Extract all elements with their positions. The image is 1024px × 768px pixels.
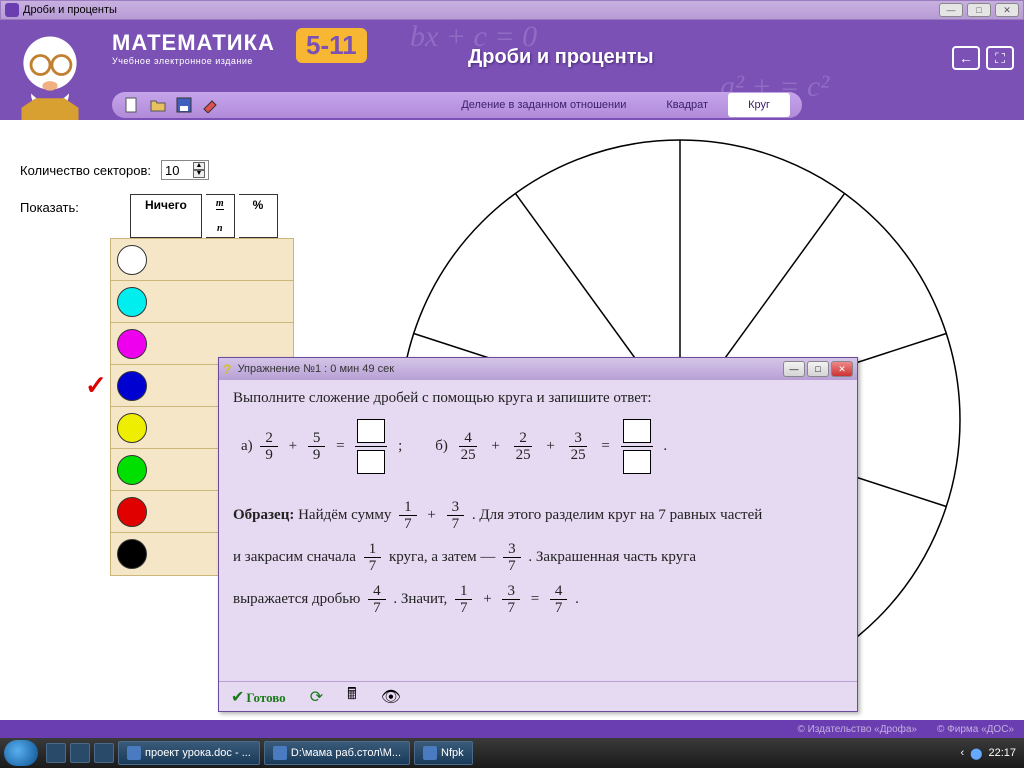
- logo-text: МАТЕМАТИКА: [112, 30, 275, 56]
- exercise-dialog: ? Упражнение №1 : 0 мин 49 сек — □ ✕ Вып…: [218, 357, 858, 712]
- quicklaunch-icon[interactable]: [70, 743, 90, 763]
- spinner-down[interactable]: ▼: [193, 170, 205, 178]
- new-icon[interactable]: [124, 97, 140, 113]
- folder-icon: [273, 746, 287, 760]
- swatch-blue[interactable]: [117, 371, 147, 401]
- sector-count-label: Количество секторов:: [20, 163, 151, 178]
- footer-bar: © Издательство «Дрофа» © Фирма «ДОС»: [0, 720, 1024, 738]
- dialog-minimize[interactable]: —: [783, 361, 805, 377]
- section-title: Дроби и проценты: [468, 46, 654, 69]
- clock[interactable]: 22:17: [988, 747, 1016, 759]
- color-row[interactable]: [111, 281, 293, 323]
- task-item[interactable]: проект урока.doc - ...: [118, 741, 260, 765]
- sector-count-spinner[interactable]: 10 ▲ ▼: [161, 160, 209, 180]
- word-icon: [127, 746, 141, 760]
- publisher-text: © Издательство «Дрофа»: [797, 724, 917, 735]
- eye-icon[interactable]: 👁: [381, 687, 401, 707]
- app-header: bx + c = 0 a² + = c² МАТЕМАТИКА Учебное …: [0, 20, 1024, 120]
- dialog-maximize[interactable]: □: [807, 361, 829, 377]
- app-titlebar: Дроби и проценты — □ ✕: [0, 0, 1024, 20]
- show-tab-fraction[interactable]: mn: [206, 194, 235, 238]
- quicklaunch-icon[interactable]: [94, 743, 114, 763]
- tab-square[interactable]: Квадрат: [646, 93, 728, 117]
- logo-subtitle: Учебное электронное издание: [112, 56, 275, 66]
- tray-expand-icon[interactable]: ‹: [960, 747, 964, 759]
- mode-tabs: Деление в заданном отношении Квадрат Кру…: [441, 93, 790, 117]
- app-title: Дроби и проценты: [23, 4, 939, 16]
- help-icon: ?: [223, 361, 232, 377]
- tab-ratio[interactable]: Деление в заданном отношении: [441, 93, 646, 117]
- show-tab-nothing[interactable]: Ничего: [130, 194, 202, 238]
- refresh-icon[interactable]: ⟳: [310, 687, 323, 707]
- answer-a[interactable]: [355, 419, 387, 474]
- swatch-black[interactable]: [117, 539, 147, 569]
- dialog-footer: ✔Готово ⟳ 🖩 👁: [219, 681, 857, 711]
- back-button[interactable]: ←: [952, 46, 980, 70]
- color-row[interactable]: [111, 239, 293, 281]
- calculator-icon[interactable]: 🖩: [347, 683, 357, 710]
- swatch-cyan[interactable]: [117, 287, 147, 317]
- swatch-magenta[interactable]: [117, 329, 147, 359]
- toolbar: Деление в заданном отношении Квадрат Кру…: [112, 92, 802, 118]
- dialog-titlebar[interactable]: ? Упражнение №1 : 0 мин 49 сек — □ ✕: [219, 358, 857, 380]
- system-tray[interactable]: ‹ ⬤ 22:17: [960, 747, 1020, 760]
- taskbar: проект урока.doc - ... D:\мама раб.стол\…: [0, 738, 1024, 768]
- quicklaunch-icon[interactable]: [46, 743, 66, 763]
- task-text: Выполните сложение дробей с помощью круг…: [233, 390, 843, 407]
- task-item[interactable]: Nfpk: [414, 741, 473, 765]
- mascot-image: [0, 27, 100, 120]
- sample-solution: Образец: Найдём сумму 17 + 37 . Для этог…: [233, 494, 843, 620]
- swatch-white[interactable]: [117, 245, 147, 275]
- save-icon[interactable]: [176, 97, 192, 113]
- problem-a: а) 29 + 59 = ;: [241, 419, 405, 474]
- done-button[interactable]: ✔Готово: [231, 687, 286, 707]
- dialog-body: Выполните сложение дробей с помощью круг…: [219, 380, 857, 630]
- swatch-red[interactable]: [117, 497, 147, 527]
- problem-b: б) 425 + 225 + 325 = .: [435, 419, 670, 474]
- app-icon: [5, 3, 19, 17]
- dialog-title: Упражнение №1 : 0 мин 49 сек: [238, 363, 783, 375]
- erase-icon[interactable]: [202, 97, 218, 113]
- swatch-green[interactable]: [117, 455, 147, 485]
- open-icon[interactable]: [150, 97, 166, 113]
- sector-count-value: 10: [165, 163, 193, 178]
- swatch-yellow[interactable]: [117, 413, 147, 443]
- start-button[interactable]: [4, 740, 38, 766]
- tray-icon[interactable]: ⬤: [970, 747, 982, 760]
- dialog-close[interactable]: ✕: [831, 361, 853, 377]
- check-icon: ✓: [85, 370, 107, 401]
- logo: МАТЕМАТИКА Учебное электронное издание: [112, 30, 275, 66]
- show-label: Показать:: [20, 194, 130, 215]
- firm-text: © Фирма «ДОС»: [937, 724, 1014, 735]
- task-item[interactable]: D:\мама раб.стол\М...: [264, 741, 410, 765]
- maximize-button[interactable]: □: [967, 3, 991, 17]
- close-button[interactable]: ✕: [995, 3, 1019, 17]
- tab-circle[interactable]: Круг: [728, 93, 790, 117]
- app-icon: [423, 746, 437, 760]
- grade-badge: 5-11: [296, 28, 367, 63]
- show-tab-percent[interactable]: %: [239, 194, 279, 238]
- fullscreen-button[interactable]: ⛶: [986, 46, 1014, 70]
- spinner-up[interactable]: ▲: [193, 162, 205, 170]
- answer-b[interactable]: [621, 419, 653, 474]
- minimize-button[interactable]: —: [939, 3, 963, 17]
